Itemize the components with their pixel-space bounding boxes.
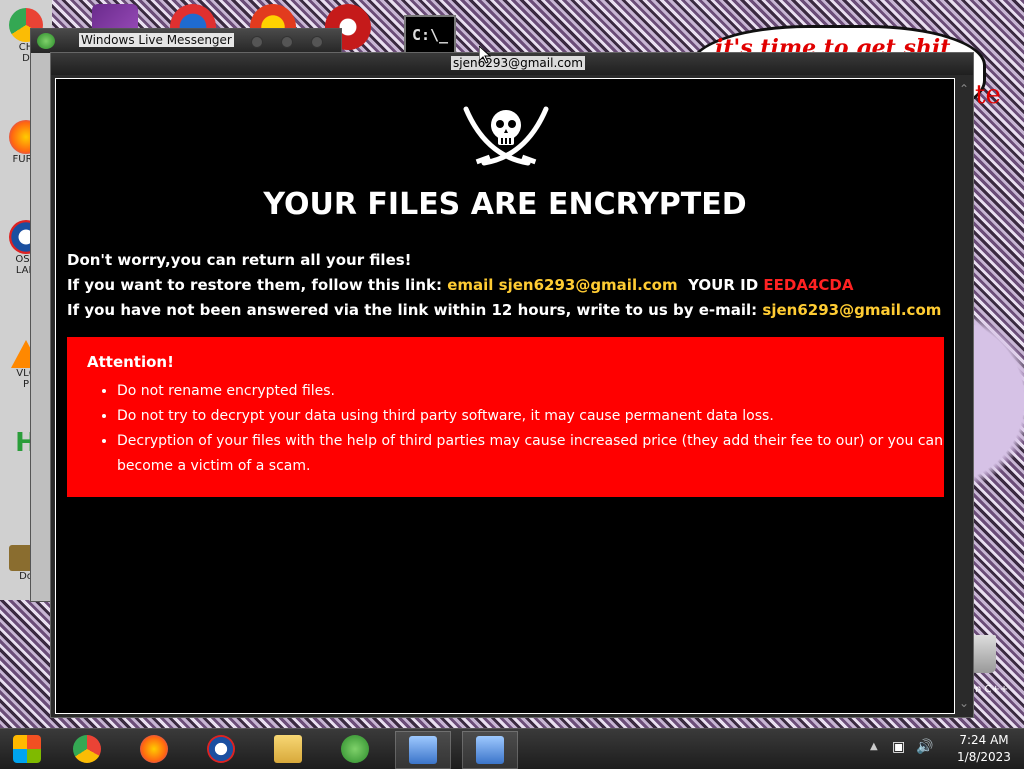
speech-bubble-tail-text: te xyxy=(975,80,1001,110)
fallback-instruction: If you have not been answered via the li… xyxy=(67,301,758,319)
skull-crossed-swords-icon xyxy=(463,106,549,166)
fallback-email[interactable]: sjen6293@gmail.com xyxy=(762,301,941,319)
taskbar-network-app-1[interactable] xyxy=(395,731,451,769)
recycle-bin-label: n C++ xyxy=(975,684,1009,695)
list-item: Do not rename encrypted files. xyxy=(117,379,973,404)
email-link[interactable]: email sjen6293@gmail.com xyxy=(447,276,677,294)
taskbar-chrome[interactable] xyxy=(60,731,114,767)
vertical-scrollbar[interactable]: ⌃ ⌄ xyxy=(957,78,973,714)
victim-id: EEDA4CDA xyxy=(763,276,854,294)
messenger-icon xyxy=(37,33,55,49)
ransom-window[interactable]: sjen6293@gmail.com YOUR FILES ARE ENCRYP… xyxy=(50,52,974,718)
ransom-titlebar[interactable]: sjen6293@gmail.com xyxy=(51,53,973,75)
scroll-up-arrow-icon[interactable]: ⌃ xyxy=(959,82,969,96)
ransom-line-2: If you want to restore them, follow this… xyxy=(67,276,853,294)
start-button[interactable] xyxy=(0,731,54,767)
minimize-button[interactable] xyxy=(251,36,263,48)
your-id-label: YOUR ID xyxy=(688,276,759,294)
network-status-icon[interactable]: ▣ xyxy=(892,739,905,755)
attention-title: Attention! xyxy=(87,353,174,371)
messenger-titlebar[interactable]: Windows Live Messenger xyxy=(31,29,341,53)
firefox-icon xyxy=(140,735,168,763)
volume-icon[interactable]: 🔊 xyxy=(916,739,933,755)
messenger-icon xyxy=(341,735,369,763)
show-hidden-icons-icon[interactable]: ▲ xyxy=(870,741,878,752)
folder-icon xyxy=(274,735,302,763)
ransom-window-title: sjen6293@gmail.com xyxy=(451,56,585,70)
messenger-title: Windows Live Messenger xyxy=(79,33,234,47)
close-button[interactable] xyxy=(311,36,323,48)
taskbar-obama-app[interactable] xyxy=(194,731,248,767)
mouse-cursor-icon xyxy=(479,46,491,64)
clock-date[interactable]: 1/8/2023 xyxy=(952,750,1016,764)
attention-box: Attention! Do not rename encrypted files… xyxy=(67,337,944,497)
command-prompt-icon[interactable]: C:\_ xyxy=(404,15,456,55)
ransom-content: YOUR FILES ARE ENCRYPTED Don't worry,you… xyxy=(55,78,955,714)
list-item: Do not try to decrypt your data using th… xyxy=(117,404,973,429)
taskbar-network-app-2[interactable] xyxy=(462,731,518,769)
ransom-line-3: If you have not been answered via the li… xyxy=(67,301,941,319)
maximize-button[interactable] xyxy=(281,36,293,48)
ransom-headline: YOUR FILES ARE ENCRYPTED xyxy=(263,187,747,222)
network-icon xyxy=(476,736,504,764)
network-icon xyxy=(409,736,437,764)
obama-logo-icon xyxy=(207,735,235,763)
restore-instruction: If you want to restore them, follow this… xyxy=(67,276,442,294)
clock-time[interactable]: 7:24 AM xyxy=(952,733,1016,747)
taskbar-messenger[interactable] xyxy=(328,731,382,767)
list-item: Decryption of your files with the help o… xyxy=(117,429,973,479)
chrome-icon xyxy=(73,735,101,763)
ransom-line-1: Don't worry,you can return all your file… xyxy=(67,251,412,269)
windows-icon xyxy=(13,735,41,763)
attention-list: Do not rename encrypted files. Do not tr… xyxy=(87,379,973,479)
taskbar-explorer[interactable] xyxy=(261,731,315,767)
scroll-down-arrow-icon[interactable]: ⌄ xyxy=(959,696,969,710)
taskbar-firefox[interactable] xyxy=(127,731,181,767)
taskbar: ▲ ▣ 🔊 7:24 AM 1/8/2023 xyxy=(0,728,1024,769)
